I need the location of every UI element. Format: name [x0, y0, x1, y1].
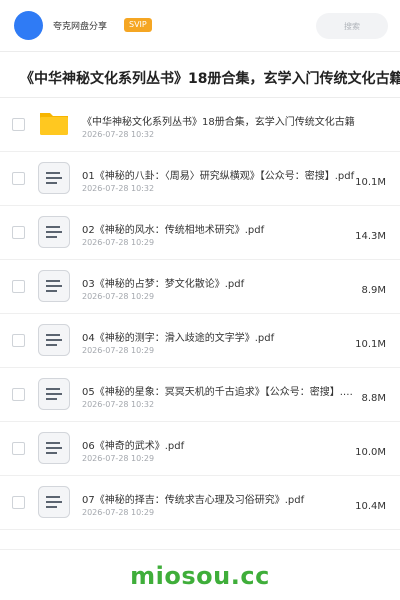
row-checkbox[interactable] [12, 442, 25, 455]
avatar[interactable] [14, 11, 43, 40]
document-icon [38, 378, 70, 410]
file-date: 2026-07-28 10:29 [82, 238, 155, 247]
file-date: 2026-07-28 10:29 [82, 454, 155, 463]
file-size: 10.1M [355, 339, 386, 350]
file-row-folder[interactable]: 《中华神秘文化系列丛书》18册合集，玄学入门传统文化古籍 2026-07-28 … [0, 98, 400, 152]
file-row[interactable]: 04《神秘的测字：滑入歧途的文字学》.pdf 2026-07-28 10:29 … [0, 314, 400, 368]
app-name: 夸克网盘分享 [53, 22, 108, 32]
share-page: 夸克网盘分享 SVIP 搜索 《中华神秘文化系列丛书》18册合集，玄学入门传统文… [0, 0, 400, 600]
file-size: 8.9M [361, 285, 386, 296]
file-name: 02《神秘的风水：传统相地术研究》.pdf [82, 225, 265, 236]
file-date: 2026-07-28 10:29 [82, 292, 155, 301]
row-checkbox[interactable] [12, 496, 25, 509]
svip-badge: SVIP [124, 18, 152, 32]
file-row[interactable]: 07《神秘的择吉：传统求吉心理及习俗研究》.pdf 2026-07-28 10:… [0, 476, 400, 530]
header: 夸克网盘分享 SVIP 搜索 [0, 0, 400, 52]
document-icon [38, 324, 70, 356]
row-checkbox[interactable] [12, 334, 25, 347]
file-name: 《中华神秘文化系列丛书》18册合集，玄学入门传统文化古籍 [82, 117, 355, 128]
file-size: 8.8M [361, 393, 386, 404]
row-checkbox[interactable] [12, 388, 25, 401]
file-size: 10.1M [355, 177, 386, 188]
file-date: 2026-07-28 10:29 [82, 346, 155, 355]
search-input[interactable]: 搜索 [316, 13, 388, 39]
file-date: 2026-07-28 10:32 [82, 184, 155, 193]
row-checkbox[interactable] [12, 172, 25, 185]
file-size: 10.0M [355, 447, 386, 458]
file-row[interactable]: 03《神秘的占梦：梦文化散论》.pdf 2026-07-28 10:29 8.9… [0, 260, 400, 314]
document-icon [38, 432, 70, 464]
row-checkbox[interactable] [12, 226, 25, 239]
document-icon [38, 486, 70, 518]
document-icon [38, 216, 70, 248]
file-name: 07《神秘的择吉：传统求吉心理及习俗研究》.pdf [82, 495, 305, 506]
file-row[interactable]: 01《神秘的八卦：〈周易〉研究纵横观》【公众号：密搜】.pdf 2026-07-… [0, 152, 400, 206]
folder-icon [40, 113, 68, 135]
document-icon [38, 270, 70, 302]
file-name: 06《神奇的武术》.pdf [82, 441, 185, 452]
document-icon [38, 162, 70, 194]
file-name: 04《神秘的测字：滑入歧途的文字学》.pdf [82, 333, 275, 344]
divider [0, 549, 400, 550]
file-row[interactable]: 05《神秘的星象：冥冥天机的千古追求》【公众号：密搜】.pdf 2026-07-… [0, 368, 400, 422]
file-date: 2026-07-28 10:32 [82, 130, 155, 139]
watermark: miosou.cc [130, 562, 270, 590]
file-list: 《中华神秘文化系列丛书》18册合集，玄学入门传统文化古籍 2026-07-28 … [0, 98, 400, 530]
file-date: 2026-07-28 10:32 [82, 400, 155, 409]
row-checkbox[interactable] [12, 280, 25, 293]
share-title: 《中华神秘文化系列丛书》18册合集，玄学入门传统文化古籍 [20, 71, 400, 87]
file-date: 2026-07-28 10:29 [82, 508, 155, 517]
file-size: 14.3M [355, 231, 386, 242]
file-row[interactable]: 02《神秘的风水：传统相地术研究》.pdf 2026-07-28 10:29 1… [0, 206, 400, 260]
file-size: 10.4M [355, 501, 386, 512]
file-name: 03《神秘的占梦：梦文化散论》.pdf [82, 279, 245, 290]
file-row[interactable]: 06《神奇的武术》.pdf 2026-07-28 10:29 10.0M [0, 422, 400, 476]
row-checkbox[interactable] [12, 118, 25, 131]
file-name: 05《神秘的星象：冥冥天机的千古追求》【公众号：密搜】.pdf [82, 387, 358, 398]
file-name: 01《神秘的八卦：〈周易〉研究纵横观》【公众号：密搜】.pdf [82, 171, 355, 182]
